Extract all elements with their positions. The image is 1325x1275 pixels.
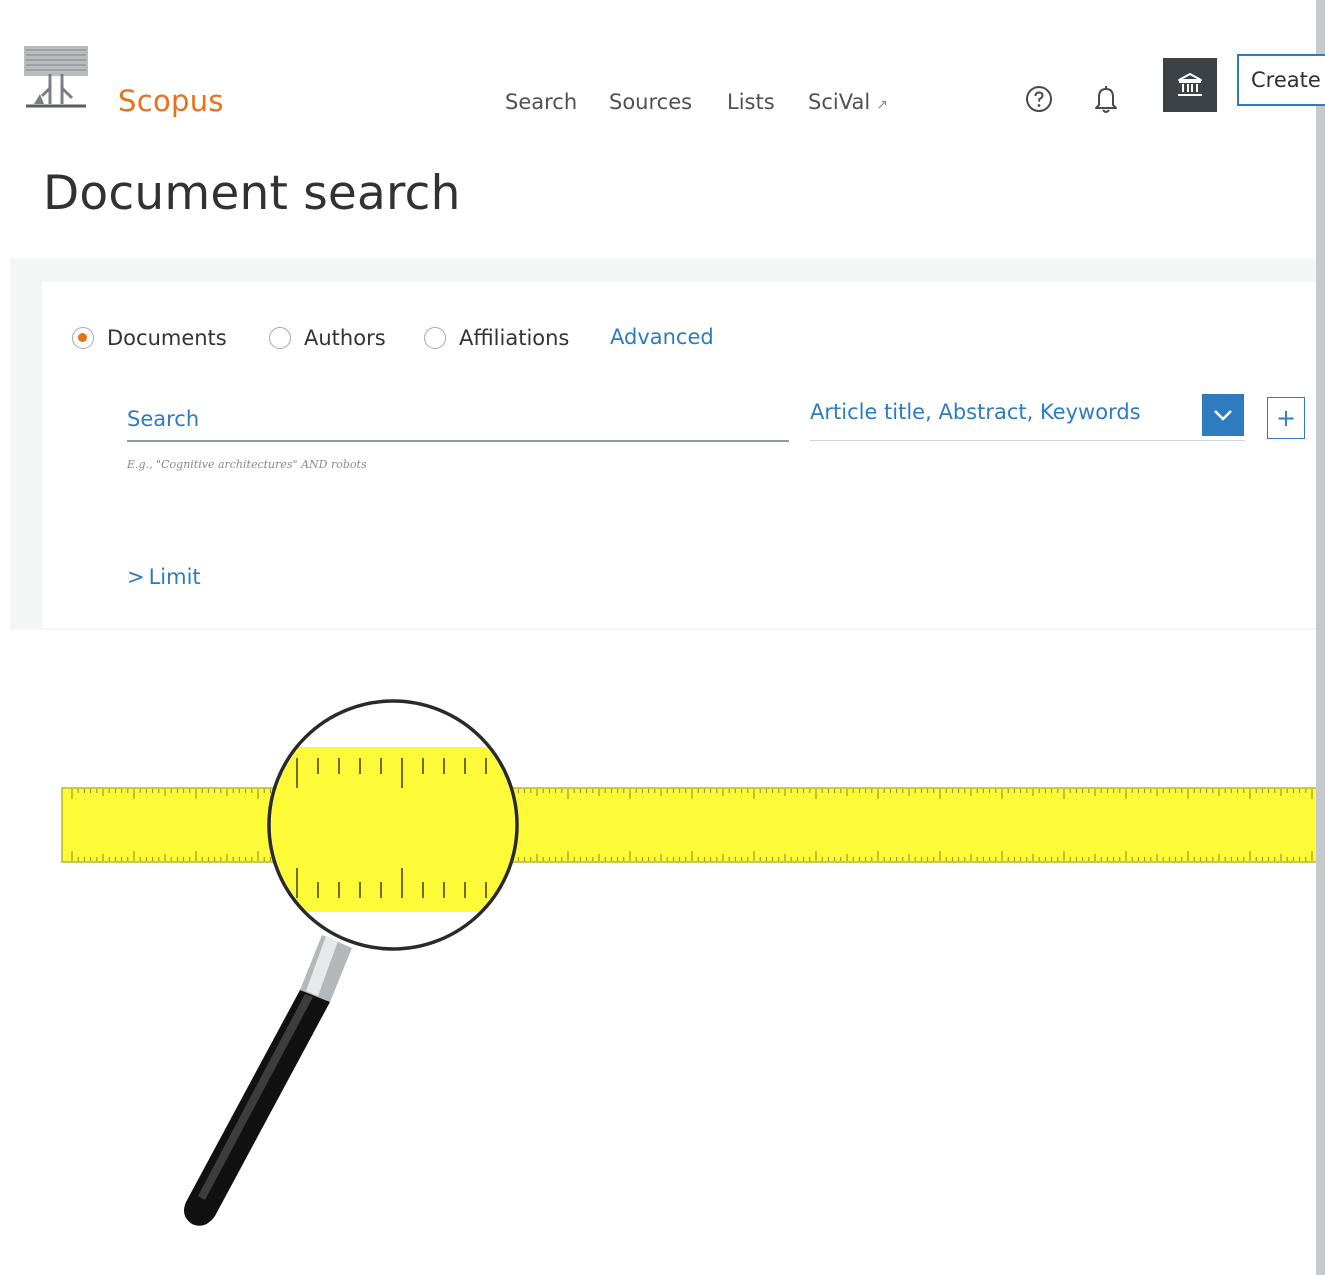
bell-icon	[1095, 86, 1117, 113]
notifications-button[interactable]	[1089, 82, 1123, 116]
page-title: Document search	[43, 166, 461, 221]
search-input[interactable]	[127, 398, 789, 442]
radio-documents[interactable]	[72, 327, 94, 349]
chevron-right-icon: >	[127, 565, 145, 589]
elsevier-logo-icon[interactable]	[20, 44, 92, 110]
ruler-icon	[61, 787, 1316, 863]
institution-icon	[1178, 73, 1202, 96]
radio-affiliations[interactable]	[424, 327, 446, 349]
nav-sources[interactable]: Sources	[609, 90, 692, 114]
search-field-value: Article title, Abstract, Keywords	[810, 400, 1141, 424]
nav-search[interactable]: Search	[505, 90, 577, 114]
tab-affiliations[interactable]: Affiliations	[424, 326, 569, 350]
search-hint: E.g., "Cognitive architectures" AND robo…	[127, 458, 367, 471]
tab-authors[interactable]: Authors	[269, 326, 386, 350]
magnifier-ruler-illustration	[61, 699, 1316, 1226]
tab-documents-label: Documents	[107, 326, 227, 350]
institution-button[interactable]	[1163, 58, 1217, 112]
help-button[interactable]	[1022, 82, 1056, 116]
nav-scival[interactable]: SciVal ↗	[808, 90, 888, 114]
magnifier-handle-icon	[184, 935, 352, 1226]
limit-toggle[interactable]: > Limit	[127, 565, 201, 589]
field-dropdown-toggle[interactable]	[1202, 394, 1244, 436]
nav-lists[interactable]: Lists	[727, 90, 775, 114]
chevron-down-icon	[1214, 410, 1232, 421]
plus-icon: +	[1275, 404, 1297, 432]
limit-label: Limit	[148, 565, 201, 589]
search-field-select[interactable]: Article title, Abstract, Keywords	[810, 394, 1245, 441]
radio-authors[interactable]	[269, 327, 291, 349]
create-account-button[interactable]: Create	[1237, 54, 1325, 106]
scopus-brand[interactable]: Scopus	[118, 84, 224, 118]
external-link-icon: ↗	[876, 97, 888, 113]
advanced-search-link[interactable]: Advanced	[610, 325, 714, 349]
tab-documents[interactable]: Documents	[72, 326, 227, 350]
screenshot-frame-right	[1316, 0, 1325, 1275]
tab-authors-label: Authors	[304, 326, 386, 350]
scopus-page: Scopus Search Sources Lists SciVal ↗ Crea…	[0, 0, 1325, 1259]
help-circle-icon	[1026, 86, 1052, 112]
tab-affiliations-label: Affiliations	[459, 326, 570, 350]
magnifier-lens-icon	[267, 699, 519, 951]
nav-scival-label: SciVal	[808, 90, 871, 114]
add-search-field-button[interactable]: +	[1267, 397, 1305, 439]
